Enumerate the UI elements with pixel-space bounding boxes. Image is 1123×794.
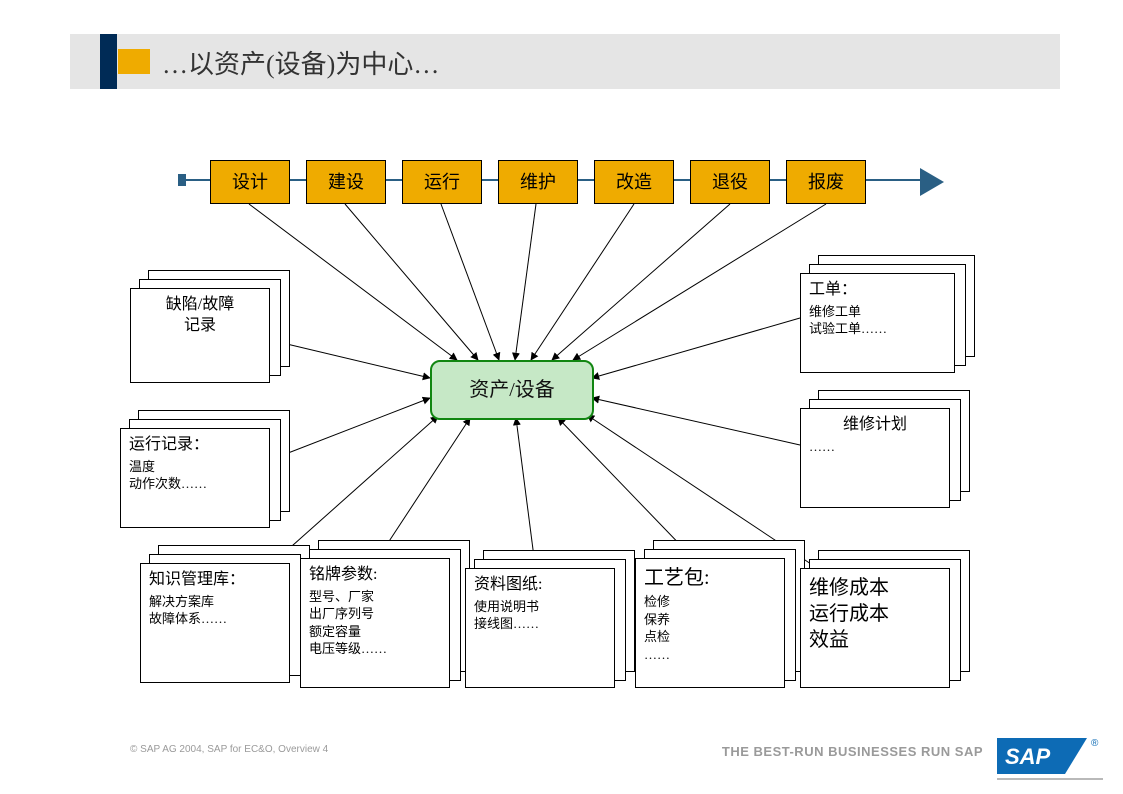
doc-plan-body: …… [809, 438, 941, 456]
slide-title: …以资产(设备)为中心… [162, 44, 439, 81]
phase-4: 改造 [594, 160, 674, 204]
doc-workorder-title: 工单： [809, 280, 946, 301]
doc-nameplate-body: 型号、厂家 出厂序列号 额定容量 电压等级…… [309, 588, 441, 658]
doc-oplog-title: 运行记录： [129, 435, 261, 456]
doc-drawings-body: 使用说明书 接线图…… [474, 598, 606, 633]
doc-oplog: 运行记录：温度 动作次数…… [120, 410, 290, 530]
doc-techpack: 工艺包: 检修 保养 点检 …… [635, 540, 805, 690]
doc-techpack-body: 检修 保养 点检 …… [644, 593, 776, 663]
title-accent-gold [118, 49, 150, 74]
center-asset-node: 资产/设备 [430, 360, 594, 420]
doc-know-title: 知识管理库： [149, 570, 281, 591]
arrow-head-icon [920, 168, 944, 196]
doc-cost: 维修成本运行成本效益 [800, 550, 970, 690]
doc-cost-title: 维修成本运行成本效益 [809, 575, 941, 653]
phase-2: 运行 [402, 160, 482, 204]
doc-drawings-title: 资料图纸: [474, 575, 606, 596]
footer-copyright: © SAP AG 2004, SAP for EC&O, Overview 4 [130, 744, 328, 755]
phase-5: 退役 [690, 160, 770, 204]
slide: …以资产(设备)为中心… 设计建设运行维护改造退役报废 [0, 0, 1123, 794]
doc-techpack-title: 工艺包: [644, 565, 776, 591]
doc-workorder-body: 维修工单 试验工单…… [809, 303, 946, 338]
doc-oplog-body: 温度 动作次数…… [129, 458, 261, 493]
sap-logo: SAP ® [997, 730, 1103, 780]
doc-know: 知识管理库：解决方案库 故障体系…… [140, 545, 310, 685]
phase-3: 维护 [498, 160, 578, 204]
doc-workorder: 工单：维修工单 试验工单…… [800, 255, 975, 375]
phase-6: 报废 [786, 160, 866, 204]
phase-1: 建设 [306, 160, 386, 204]
doc-nameplate-title: 铭牌参数: [309, 565, 441, 586]
doc-drawings: 资料图纸: 使用说明书 接线图…… [465, 550, 635, 690]
doc-defect: 缺陷/故障记录 [130, 270, 290, 385]
footer-tagline: THE BEST-RUN BUSINESSES RUN SAP [722, 744, 983, 759]
phase-0: 设计 [210, 160, 290, 204]
title-accent-navy [100, 34, 117, 89]
doc-nameplate: 铭牌参数: 型号、厂家 出厂序列号 额定容量 电压等级…… [300, 540, 470, 690]
svg-text:®: ® [1091, 738, 1099, 749]
doc-know-body: 解决方案库 故障体系…… [149, 593, 281, 628]
doc-plan-title: 维修计划 [809, 415, 941, 436]
doc-defect-title: 缺陷/故障记录 [139, 295, 261, 337]
svg-text:SAP: SAP [1005, 744, 1051, 769]
doc-plan: 维修计划 …… [800, 390, 970, 510]
